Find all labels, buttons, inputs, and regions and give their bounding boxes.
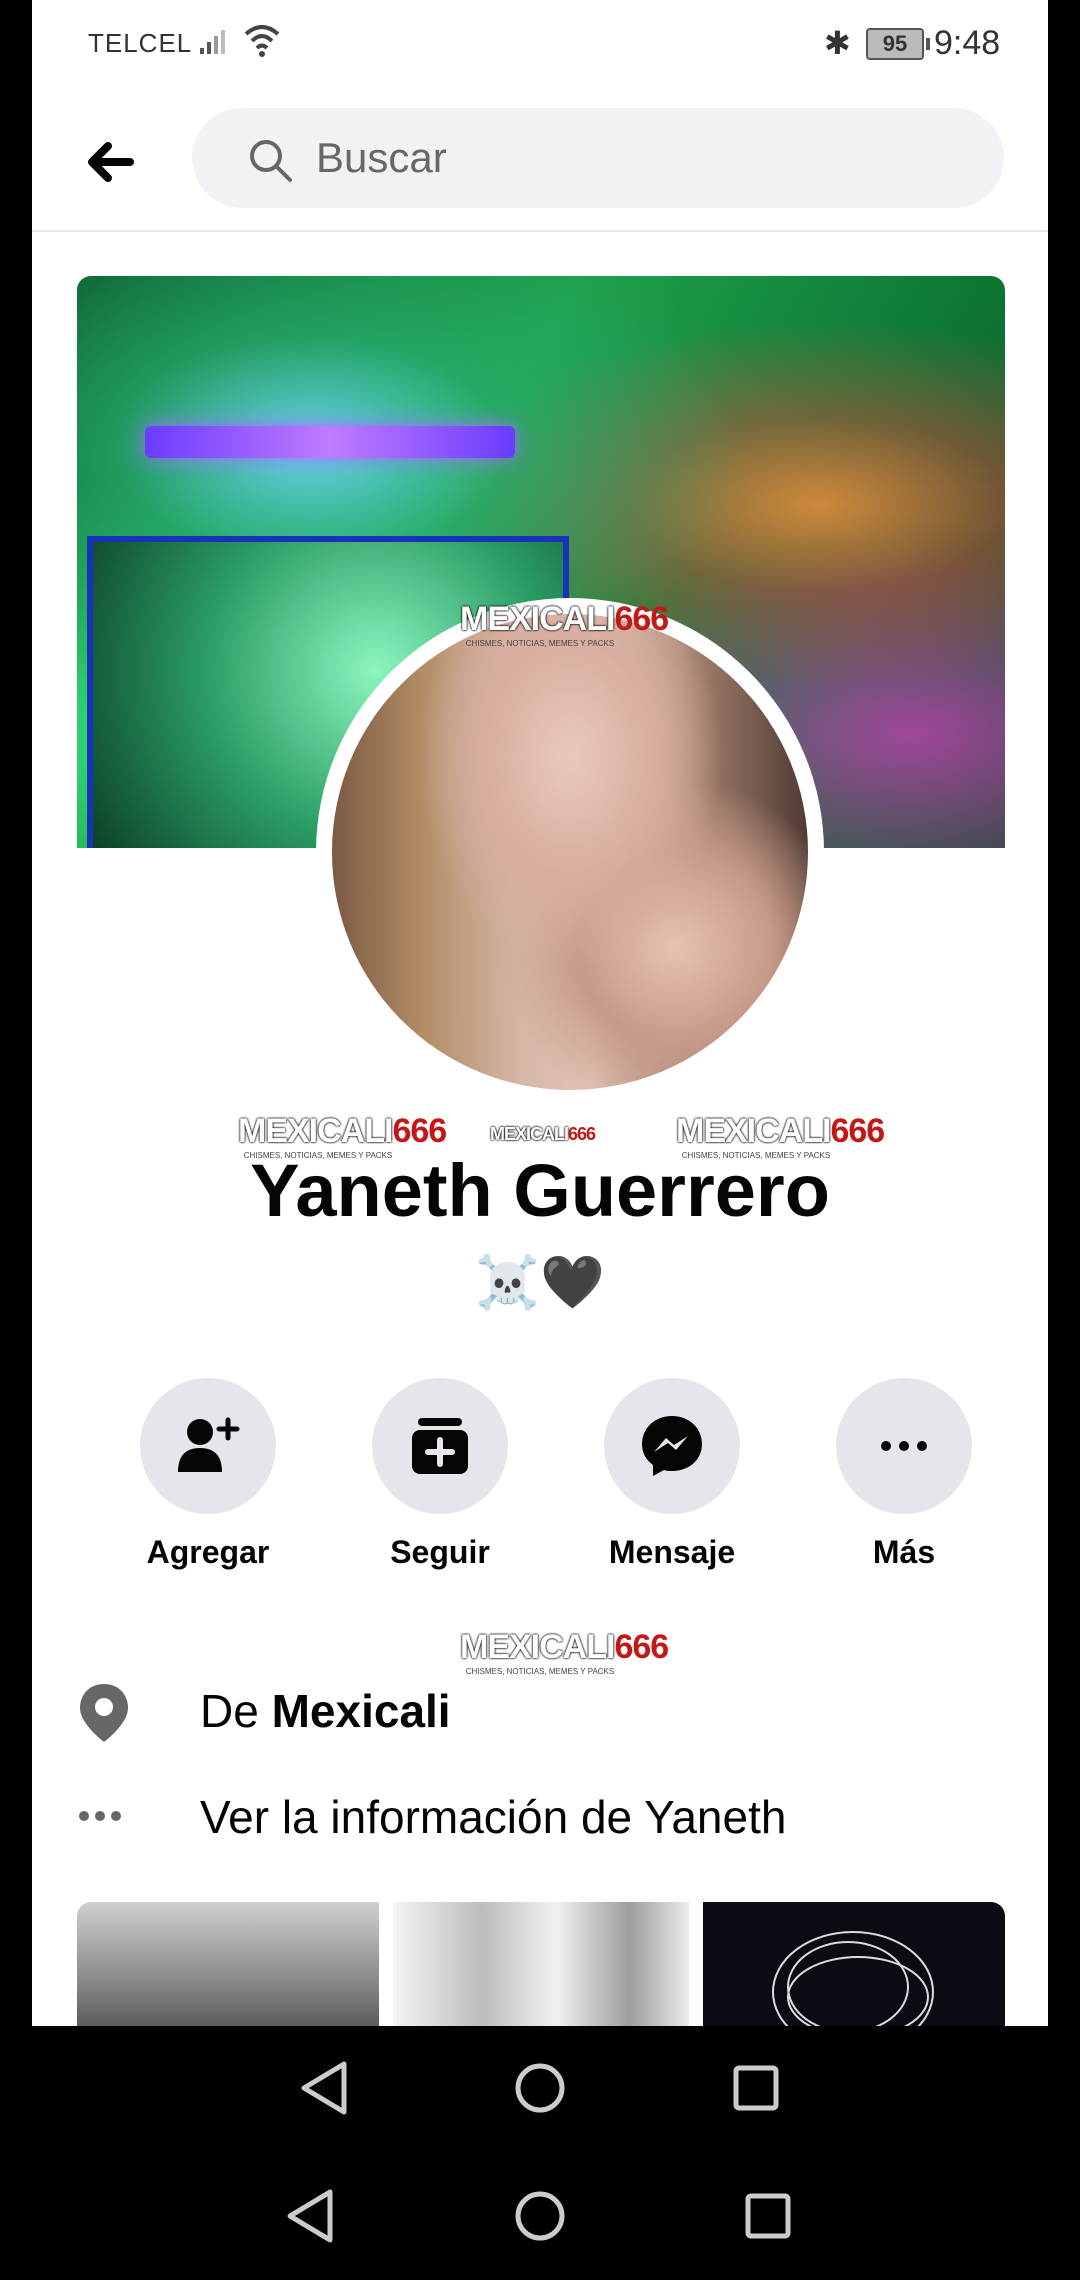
location-text: De Mexicali [200, 1685, 451, 1737]
follow-label: Seguir [390, 1534, 490, 1570]
app-screen: TELCEL ✱ 95 9:48 Buscar MEXICALI666 CHIS… [32, 0, 1048, 2026]
cover-blacklight [145, 426, 515, 458]
nav-home-icon[interactable] [512, 2058, 568, 2118]
follow-icon [412, 1418, 468, 1474]
bluetooth-icon: ✱ [824, 25, 851, 61]
message-circle[interactable] [604, 1378, 740, 1514]
top-bar: Buscar [32, 92, 1048, 232]
search-placeholder: Buscar [316, 134, 447, 181]
profile-bio: ☠️🖤 [475, 1254, 605, 1312]
profile-name: Yaneth Guerrero [250, 1149, 830, 1232]
add-friend-button[interactable]: Agregar [92, 1378, 324, 1571]
photo-grid [77, 1902, 1005, 2026]
nav-recent-icon[interactable] [742, 2186, 794, 2246]
photo-thumbnail[interactable] [393, 1902, 689, 2026]
nav-bar [0, 2028, 1080, 2148]
location-pin-icon [80, 1684, 128, 1742]
more-icon [881, 1441, 927, 1451]
back-arrow-icon[interactable] [80, 132, 140, 192]
more-label: Más [872, 1534, 936, 1570]
status-bar: TELCEL ✱ 95 9:48 [32, 0, 1048, 90]
photo-thumbnail[interactable] [703, 1902, 1005, 2026]
follow-circle[interactable] [372, 1378, 508, 1514]
watermark-logo: MEXICALI666 [490, 1124, 596, 1144]
profile-actions: Agregar Seguir Mensaje Más [92, 1378, 992, 1578]
location-row: De Mexicali [76, 1670, 1006, 1750]
carrier-label: TELCEL [88, 28, 193, 58]
nav-home-icon[interactable] [512, 2186, 568, 2246]
more-dots-icon [79, 1811, 121, 1821]
more-circle[interactable] [836, 1378, 972, 1514]
add-friend-icon [178, 1417, 240, 1472]
messenger-icon [642, 1416, 702, 1476]
signal-icon [200, 30, 225, 54]
watermark-logo: MEXICALI666 CHISMES, NOTICIAS, MEMES Y P… [460, 600, 669, 648]
more-button[interactable]: Más [788, 1378, 1020, 1571]
add-friend-circle[interactable] [140, 1378, 276, 1514]
watermark-logo: MEXICALI666 CHISMES, NOTICIAS, MEMES Y P… [460, 1628, 669, 1676]
message-button[interactable]: Mensaje [556, 1378, 788, 1571]
search-icon [250, 140, 292, 182]
battery-indicator: 95 [866, 28, 930, 60]
photo-thumbnail[interactable] [77, 1902, 379, 2026]
clock: 9:48 [934, 24, 1001, 62]
scribble-image [772, 1931, 934, 2026]
nav-back-icon[interactable] [282, 2186, 336, 2246]
more-info-row[interactable]: Ver la información de Yaneth [76, 1776, 1006, 1856]
more-info-text: Ver la información de Yaneth [200, 1791, 787, 1843]
nav-recent-icon[interactable] [730, 2058, 782, 2118]
profile-avatar[interactable] [332, 614, 808, 1090]
add-friend-label: Agregar [146, 1534, 270, 1570]
message-label: Mensaje [608, 1534, 736, 1570]
nav-back-icon[interactable] [296, 2058, 350, 2118]
nav-bar-secondary [0, 2156, 1080, 2276]
search-bar[interactable]: Buscar [192, 108, 1004, 208]
follow-button[interactable]: Seguir [324, 1378, 556, 1571]
wifi-icon [244, 25, 280, 57]
